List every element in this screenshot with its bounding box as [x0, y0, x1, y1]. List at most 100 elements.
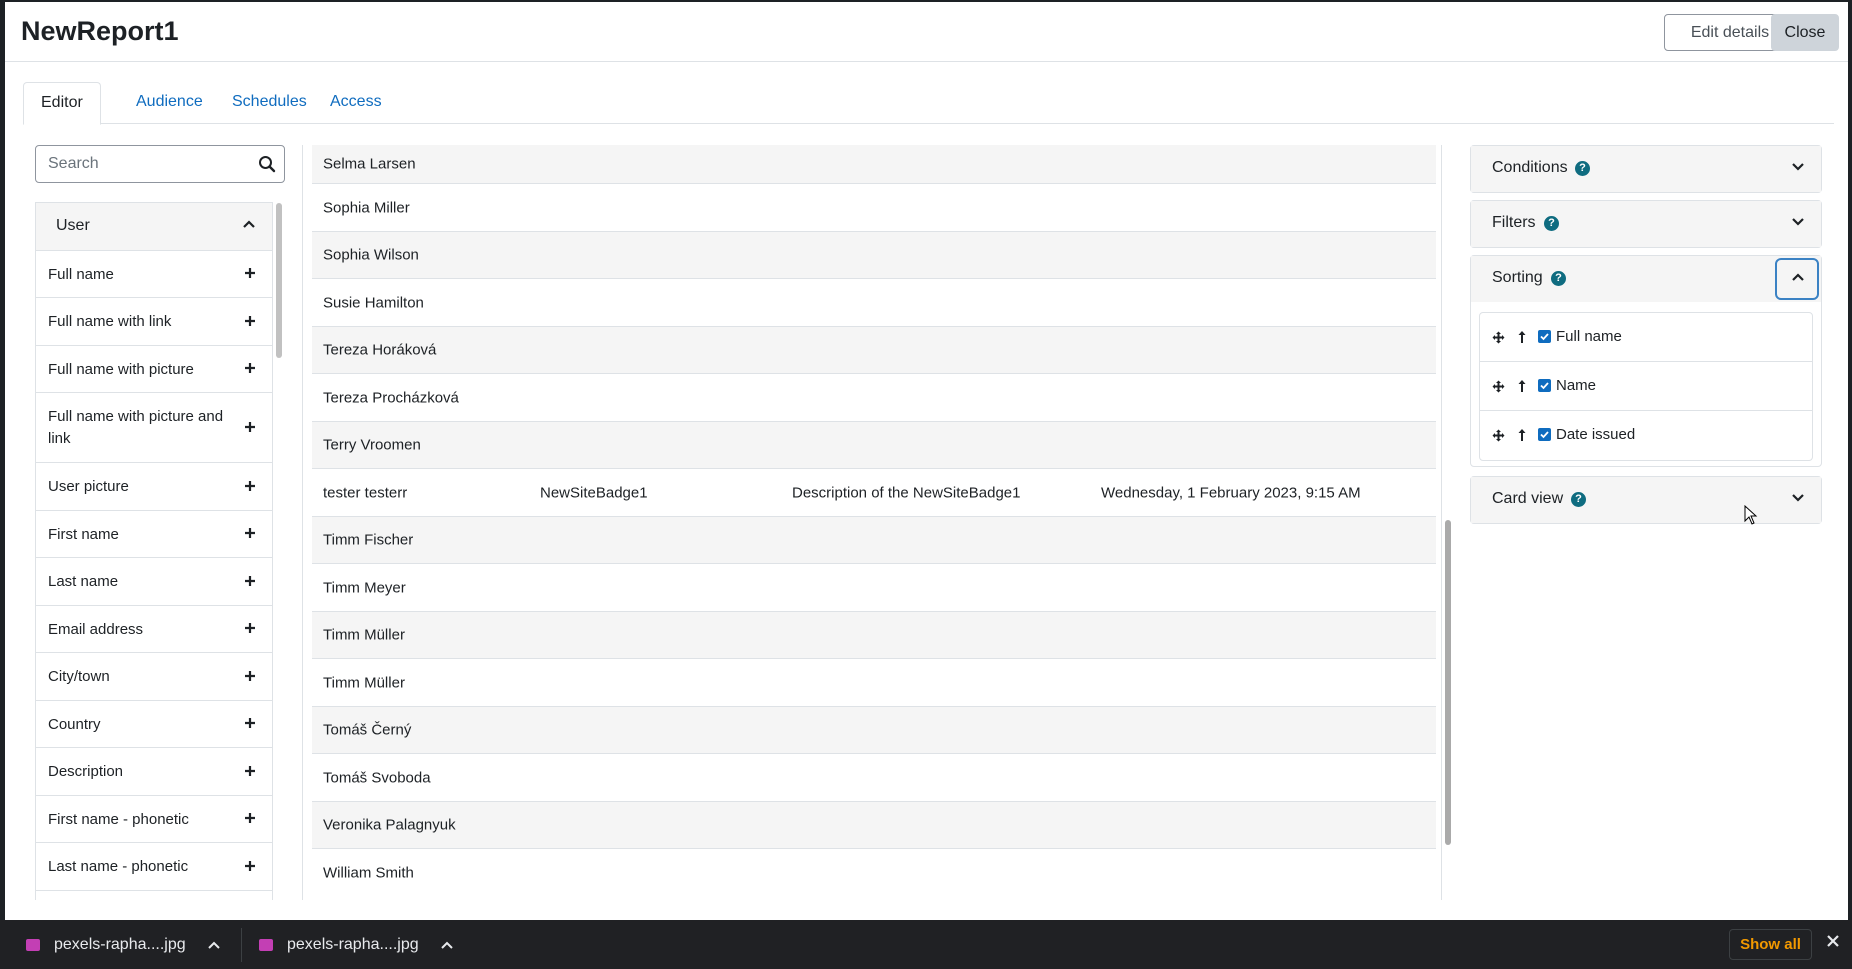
list-item-label: Full name with picture and link	[48, 407, 224, 447]
download-item[interactable]: pexels-rapha....jpg	[259, 920, 453, 969]
plus-icon[interactable]	[244, 527, 256, 539]
cell-fullname: Sophia Miller	[323, 199, 410, 216]
tab-audience[interactable]: Audience	[119, 82, 220, 124]
plus-icon[interactable]	[244, 670, 256, 682]
list-item-label: Country	[48, 715, 101, 733]
list-item-label: First name - phonetic	[48, 810, 189, 828]
scrollbar[interactable]	[1445, 520, 1451, 845]
table-row: tester testerr NewSiteBadge1 Description…	[312, 469, 1436, 517]
enabled-checkbox[interactable]	[1538, 428, 1551, 441]
search-input[interactable]	[48, 155, 248, 173]
table-row: Selma Larsen	[312, 145, 1436, 184]
chevron-down-icon[interactable]	[1791, 162, 1805, 172]
plus-icon[interactable]	[244, 765, 256, 777]
list-item-label: Full name with picture	[48, 360, 194, 378]
help-icon[interactable]: ?	[1544, 216, 1559, 231]
list-item[interactable]: Email address	[36, 606, 272, 653]
table-row: Susie Hamilton	[312, 279, 1436, 327]
list-item[interactable]: User picture	[36, 463, 272, 511]
list-item[interactable]: City/town	[36, 653, 272, 701]
list-item[interactable]: Description	[36, 748, 272, 796]
list-item[interactable]: Full name with picture and link	[36, 393, 272, 463]
cell-fullname: Tomáš Svoboda	[323, 769, 431, 786]
conditions-header[interactable]: Conditions ?	[1471, 146, 1821, 192]
sorting-header[interactable]: Sorting ?	[1471, 256, 1821, 302]
cell-fullname: Timm Müller	[323, 626, 405, 644]
card-view-header[interactable]: Card view ?	[1471, 477, 1821, 523]
close-button[interactable]: Close	[1771, 14, 1839, 51]
plus-icon[interactable]	[244, 860, 256, 872]
list-item[interactable]: Country	[36, 701, 272, 748]
plus-icon[interactable]	[244, 421, 256, 433]
tab-schedules[interactable]: Schedules	[215, 82, 324, 124]
tab-access[interactable]: Access	[313, 82, 399, 124]
sort-list: Full name Name Date issued	[1479, 312, 1813, 461]
card-view-card[interactable]: Card view ?	[1470, 476, 1822, 524]
move-icon[interactable]	[1492, 331, 1505, 344]
help-icon[interactable]: ?	[1571, 492, 1586, 507]
conditions-label: Conditions	[1492, 159, 1568, 176]
sort-item-label: Name	[1556, 377, 1597, 394]
list-item[interactable]	[36, 891, 272, 900]
list-item[interactable]: Full name with link	[36, 298, 272, 346]
help-icon[interactable]: ?	[1551, 271, 1566, 286]
filters-card[interactable]: Filters ?	[1470, 200, 1822, 248]
help-icon[interactable]: ?	[1575, 161, 1590, 176]
chevron-down-icon[interactable]	[1791, 493, 1805, 503]
list-item[interactable]: Full name with picture	[36, 346, 272, 393]
enabled-checkbox[interactable]	[1538, 330, 1551, 343]
user-group-header[interactable]: User	[36, 203, 272, 251]
cell-fullname: Selma Larsen	[323, 155, 416, 173]
search-icon[interactable]	[258, 155, 276, 173]
table-row: Tomáš Černý	[312, 707, 1436, 754]
move-icon[interactable]	[1492, 429, 1505, 442]
chevron-up-icon[interactable]	[440, 941, 453, 949]
chevron-up-icon[interactable]	[207, 941, 220, 949]
enabled-checkbox[interactable]	[1538, 379, 1551, 392]
sort-ascending-icon[interactable]	[1518, 330, 1526, 344]
page-header: NewReport1 Edit details Close	[5, 2, 1848, 62]
show-all-button[interactable]: Show all	[1729, 929, 1812, 960]
move-icon[interactable]	[1492, 380, 1505, 393]
image-file-icon	[26, 938, 40, 951]
tab-editor[interactable]: Editor	[23, 82, 101, 125]
list-item-label: Email address	[48, 620, 144, 638]
divider	[241, 928, 242, 962]
sort-item-label: Full name	[1556, 328, 1622, 345]
plus-icon[interactable]	[244, 575, 256, 587]
plus-icon[interactable]	[244, 362, 256, 374]
cell-fullname: Tereza Horáková	[323, 341, 437, 359]
cell-fullname: William Smith	[323, 864, 414, 882]
plus-icon[interactable]	[244, 480, 256, 492]
cell-date-issued: Wednesday, 1 February 2023, 9:15 AM	[1101, 484, 1361, 501]
list-item[interactable]: First name - phonetic	[36, 796, 272, 843]
close-icon[interactable]	[1826, 934, 1840, 948]
plus-icon[interactable]	[244, 315, 256, 327]
filters-header[interactable]: Filters ?	[1471, 201, 1821, 247]
download-filename: pexels-rapha....jpg	[287, 935, 419, 953]
plus-icon[interactable]	[244, 267, 256, 279]
chevron-down-icon[interactable]	[1791, 217, 1805, 227]
scrollbar[interactable]	[276, 203, 282, 358]
window-right-border	[1848, 0, 1852, 920]
list-item[interactable]: Last name - phonetic	[36, 843, 272, 891]
list-item[interactable]: First name	[36, 511, 272, 558]
chevron-up-icon[interactable]	[1791, 272, 1805, 282]
list-item[interactable]: Last name	[36, 558, 272, 606]
plus-icon[interactable]	[244, 717, 256, 729]
download-item[interactable]: pexels-rapha....jpg	[26, 920, 220, 969]
sort-ascending-icon[interactable]	[1518, 428, 1526, 442]
sort-item-label: Date issued	[1556, 426, 1636, 443]
table-row: Terry Vroomen	[312, 422, 1436, 469]
chevron-up-icon[interactable]	[242, 219, 256, 229]
list-item-label: First name	[48, 525, 119, 543]
list-item[interactable]: Full name	[36, 251, 272, 298]
plus-icon[interactable]	[244, 622, 256, 634]
cell-badge-name: NewSiteBadge1	[540, 484, 648, 501]
cell-fullname: Timm Meyer	[323, 579, 406, 596]
sort-ascending-icon[interactable]	[1518, 379, 1526, 393]
image-file-icon	[259, 938, 273, 951]
search-field[interactable]	[35, 145, 285, 183]
plus-icon[interactable]	[244, 812, 256, 824]
conditions-card[interactable]: Conditions ?	[1470, 145, 1822, 193]
